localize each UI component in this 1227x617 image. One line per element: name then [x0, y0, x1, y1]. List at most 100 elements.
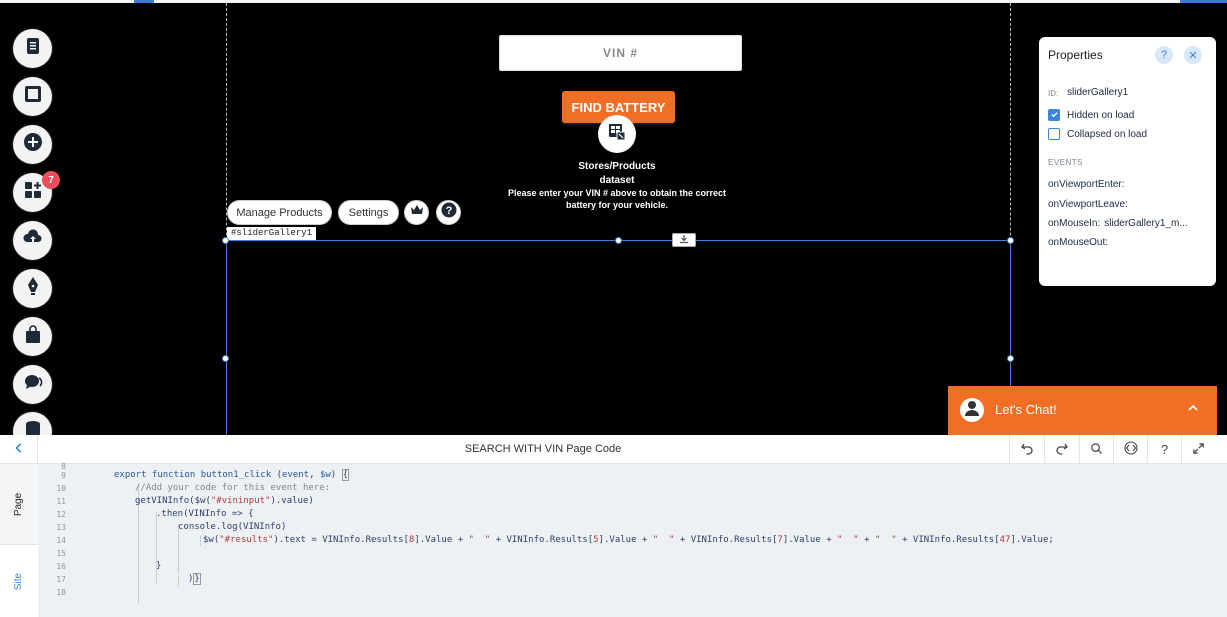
- code-text: console.log(VINInfo): [178, 522, 287, 532]
- id-value-field[interactable]: sliderGallery1: [1067, 87, 1128, 98]
- svg-text:?: ?: [445, 205, 452, 217]
- dataset-label-line2: dataset: [599, 175, 635, 186]
- code-line: 15: [38, 547, 1227, 560]
- slider-gallery-selection[interactable]: [226, 240, 1011, 440]
- line-number: 14: [56, 536, 66, 545]
- line-number: 15: [56, 549, 66, 558]
- line-number: 16: [56, 562, 66, 571]
- code-line: 17)}: [38, 573, 1227, 586]
- event-on-mouse-in[interactable]: onMouseIn: sliderGallery1_m...: [1048, 218, 1188, 229]
- code-text: export function button1_click (event, $w…: [114, 469, 350, 481]
- chat-button[interactable]: [13, 365, 52, 404]
- code-text: $w("#results").text = VINInfo.Results[8]…: [203, 535, 1054, 545]
- hidden-on-load-label: Hidden on load: [1067, 110, 1135, 121]
- background-icon: [22, 83, 44, 110]
- properties-title: Properties: [1048, 48, 1103, 62]
- search-icon: [1090, 442, 1103, 458]
- upload-icon: [22, 227, 44, 254]
- code-line: 13 console.log(VINInfo): [38, 521, 1227, 534]
- redo-icon: [1055, 441, 1069, 458]
- tab-page[interactable]: Page: [0, 464, 38, 544]
- line-number: 11: [56, 497, 66, 506]
- lets-chat-widget[interactable]: Let's Chat!: [948, 386, 1217, 435]
- code-line: 14 $w("#results").text = VINInfo.Results[…: [38, 534, 1227, 547]
- event-name: onMouseOut:: [1048, 237, 1109, 248]
- event-name: onViewportLeave:: [1048, 199, 1128, 210]
- blog-button[interactable]: [13, 269, 52, 308]
- manage-products-button[interactable]: Manage Products: [227, 200, 332, 225]
- dataset-label: Stores/Products dataset: [560, 160, 674, 188]
- collapse-panel-button[interactable]: [0, 435, 38, 464]
- user-icon: [962, 398, 982, 423]
- store-icon: [22, 323, 44, 350]
- editor-stage: 7 VIN # FIND BATTERY Stores/Products dat…: [0, 0, 1227, 617]
- event-on-mouse-out[interactable]: onMouseOut:: [1048, 237, 1112, 248]
- line-number: 10: [56, 484, 66, 493]
- stretch-button[interactable]: [672, 233, 696, 247]
- top-strip: [0, 0, 1227, 3]
- code-line: 11 getVINInfo($w("#vininput").value): [38, 495, 1227, 508]
- results-text-line1: Please enter your VIN # above to obtain …: [507, 188, 727, 198]
- blog-icon: [22, 275, 44, 302]
- add-button[interactable]: [13, 125, 52, 164]
- chat-icon: [22, 371, 44, 398]
- resize-handle-right[interactable]: [1007, 355, 1014, 362]
- resize-handle-left[interactable]: [222, 355, 229, 362]
- tab-site-label: Site: [13, 572, 25, 590]
- help-icon: ?: [441, 202, 457, 223]
- resize-handle-top-right[interactable]: [1007, 237, 1014, 244]
- checkmark-icon: [1050, 106, 1059, 124]
- collapsed-on-load-checkbox[interactable]: [1048, 128, 1060, 140]
- code-text: //Add your code for this event here:: [135, 483, 331, 493]
- code-line: 12 .then(VINInfo => {: [38, 508, 1227, 521]
- results-text-line2: battery for your vehicle.: [565, 200, 669, 210]
- upgrade-button[interactable]: [404, 200, 429, 225]
- line-number: 12: [56, 510, 66, 519]
- help-button[interactable]: ?: [436, 200, 461, 225]
- help-icon: ?: [1160, 442, 1169, 457]
- id-label: ID:: [1048, 89, 1059, 98]
- settings-button[interactable]: Settings: [338, 200, 399, 225]
- properties-close-button[interactable]: ✕: [1184, 46, 1202, 64]
- avatar: [960, 398, 984, 422]
- event-on-viewport-leave[interactable]: onViewportLeave:: [1048, 199, 1132, 210]
- line-number: 13: [56, 523, 66, 532]
- code-line: 9 export function button1_click (event, $…: [38, 469, 1227, 482]
- dataset-button[interactable]: [598, 115, 636, 153]
- pages-menu-button[interactable]: [13, 29, 52, 68]
- undo-icon: [1020, 441, 1034, 458]
- dataset-icon: [606, 121, 628, 148]
- code-text: .then(VINInfo => {: [156, 509, 254, 519]
- chevron-left-icon: [14, 439, 24, 460]
- code-line: 16}: [38, 560, 1227, 573]
- code-text: }: [156, 561, 162, 571]
- line-number: 9: [61, 471, 66, 480]
- store-button[interactable]: [13, 317, 52, 356]
- line-number: 18: [56, 588, 66, 597]
- chevron-up-icon[interactable]: [1186, 401, 1200, 418]
- resize-handle-top-left[interactable]: [222, 237, 229, 244]
- results-text[interactable]: Please enter your VIN # above to obtain …: [498, 187, 736, 211]
- event-name: onViewportEnter:: [1048, 179, 1125, 190]
- top-indicator: [134, 0, 154, 3]
- expand-icon: [1192, 442, 1205, 458]
- apps-notification-badge: 7: [42, 171, 60, 189]
- vin-input[interactable]: VIN #: [499, 35, 742, 71]
- code-line: 10 //Add your code for this event here:: [38, 482, 1227, 495]
- collapsed-on-load-label: Collapsed on load: [1067, 129, 1148, 140]
- tab-site[interactable]: Site: [0, 544, 38, 617]
- tab-page-label: Page: [13, 492, 25, 516]
- code-editor[interactable]: 8 9 export function button1_click (event,…: [38, 462, 1227, 617]
- properties-help-button[interactable]: ?: [1155, 46, 1173, 64]
- event-on-viewport-enter[interactable]: onViewportEnter:: [1048, 179, 1129, 190]
- hidden-on-load-checkbox[interactable]: [1048, 109, 1060, 121]
- events-heading: EVENTS: [1048, 158, 1084, 167]
- code-text: )}: [188, 573, 201, 585]
- properties-panel: Properties ? ✕ ID: sliderGallery1 Hidden…: [1039, 37, 1216, 286]
- code-props-icon: [1122, 441, 1140, 458]
- background-button[interactable]: [13, 77, 52, 116]
- upload-button[interactable]: [13, 221, 52, 260]
- resize-handle-top[interactable]: [615, 237, 622, 244]
- code-line: 18: [38, 586, 1227, 599]
- code-side-tabs: Page Site: [0, 464, 38, 617]
